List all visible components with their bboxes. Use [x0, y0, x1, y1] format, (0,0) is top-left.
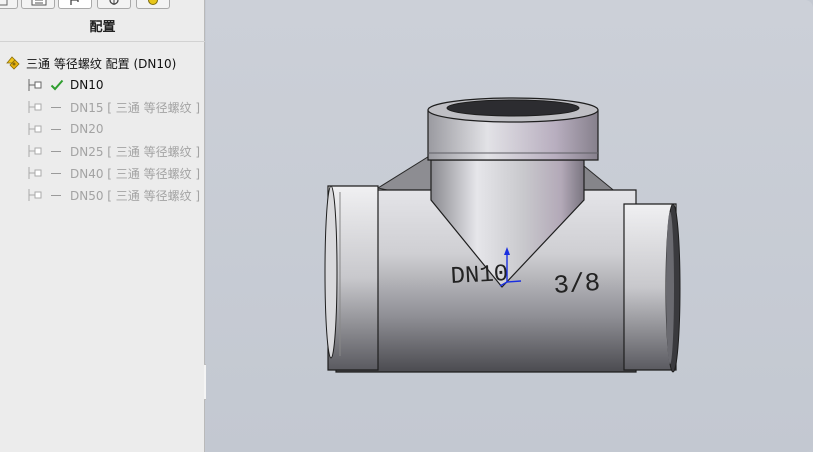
config-item-dn10[interactable]: DN10 — [27, 76, 104, 94]
property-manager-icon — [31, 0, 47, 6]
configuration-icon — [28, 79, 42, 91]
graphics-viewport[interactable]: DN10 3/8 — [206, 0, 813, 452]
display-manager-icon — [148, 0, 158, 5]
configurations-folder-icon — [6, 56, 20, 70]
active-check-icon — [50, 79, 64, 91]
config-item-dn15[interactable]: DN15 [ 三通 等径螺纹 ] — [27, 98, 200, 116]
panel-title: 配置 — [89, 20, 116, 35]
config-item-label: DN40 [ 三通 等径螺纹 ] — [70, 166, 201, 181]
config-item-label: DN25 [ 三通 等径螺纹 ] — [70, 144, 201, 159]
tab-configuration-manager[interactable] — [58, 0, 92, 9]
configuration-icon — [28, 167, 42, 179]
tab-display-manager[interactable] — [136, 0, 170, 9]
config-item-label: DN15 [ 三通 等径螺纹 ] — [70, 100, 201, 115]
config-item-dn25[interactable]: DN25 [ 三通 等径螺纹 ] — [27, 142, 200, 160]
config-item-dn40[interactable]: DN40 [ 三通 等径螺纹 ] — [27, 164, 200, 182]
tab-property-manager[interactable] — [21, 0, 55, 9]
inactive-dash-icon — [50, 166, 64, 180]
config-item-dn50[interactable]: DN50 [ 三通 等径螺纹 ] — [27, 186, 200, 204]
config-item-label: DN50 [ 三通 等径螺纹 ] — [70, 188, 201, 203]
engraving-thread-text: 3/8 — [552, 268, 601, 301]
inactive-dash-icon — [50, 188, 64, 202]
config-item-label: DN20 — [70, 122, 104, 136]
config-item-dn20[interactable]: DN20 — [27, 120, 104, 138]
configuration-manager-panel: 配置 三通 等径螺纹 配置 (DN10) DN10 DN15 [ 三通 等径螺纹… — [0, 0, 205, 452]
inactive-dash-icon — [50, 122, 64, 136]
feature-tree-icon — [0, 0, 8, 6]
tab-feature-tree[interactable] — [0, 0, 18, 9]
inactive-dash-icon — [50, 100, 64, 114]
configuration-icon — [28, 145, 42, 157]
dimxpert-icon — [109, 0, 119, 5]
configuration-icon — [28, 123, 42, 135]
tab-dimxpert[interactable] — [97, 0, 131, 9]
configuration-icon — [28, 101, 42, 113]
configuration-root[interactable]: 三通 等径螺纹 配置 (DN10) — [4, 54, 176, 72]
title-divider — [0, 41, 205, 42]
configuration-icon — [28, 189, 42, 201]
pipe-tee-model[interactable]: DN10 3/8 — [206, 0, 813, 452]
inactive-dash-icon — [50, 144, 64, 158]
configuration-manager-icon — [70, 0, 79, 5]
config-item-label: DN10 — [70, 78, 104, 92]
configuration-root-label: 三通 等径螺纹 配置 (DN10) — [26, 56, 177, 71]
panel-tab-strip — [0, 0, 205, 10]
engraving-size-text: DN10 — [450, 261, 509, 291]
